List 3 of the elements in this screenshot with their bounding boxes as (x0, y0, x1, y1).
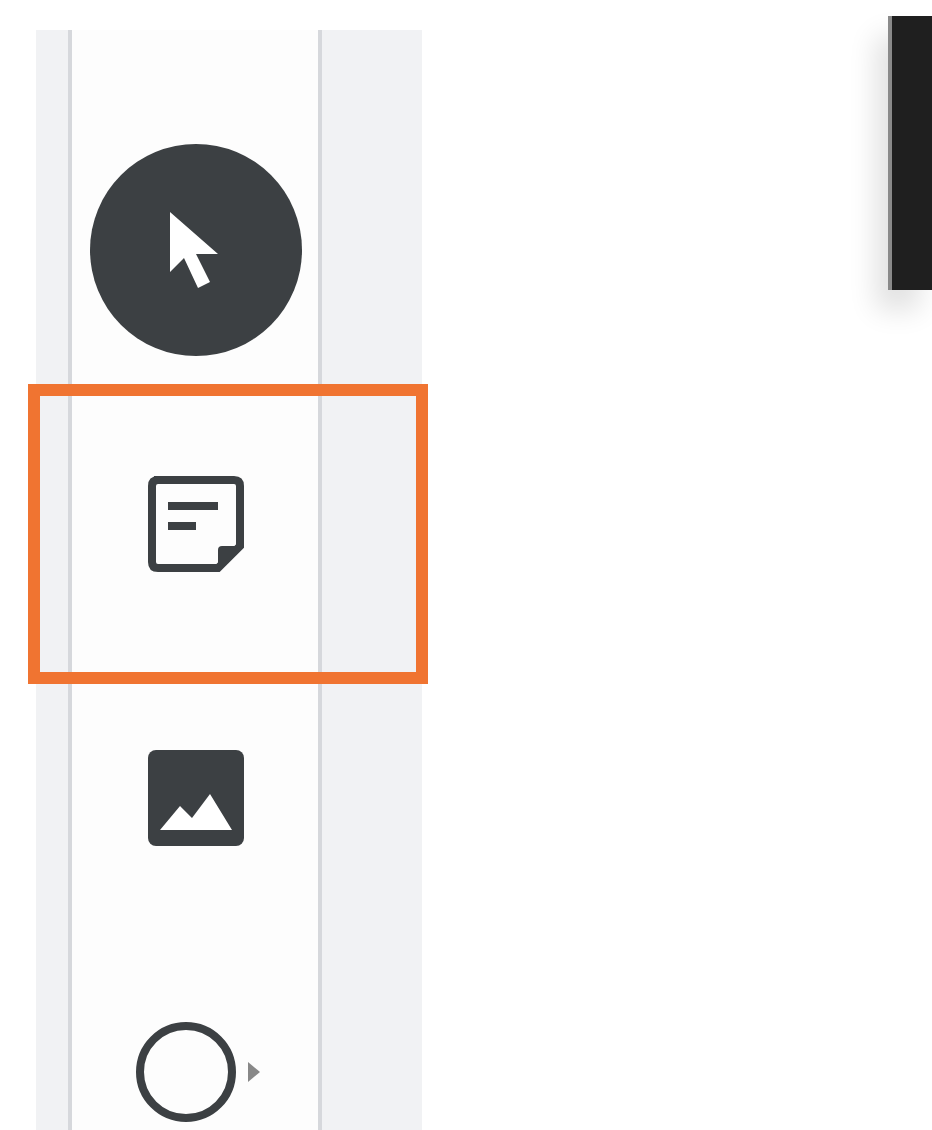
caret-icon (247, 1061, 259, 1081)
image-icon (147, 749, 243, 845)
circle-icon (131, 1017, 239, 1125)
